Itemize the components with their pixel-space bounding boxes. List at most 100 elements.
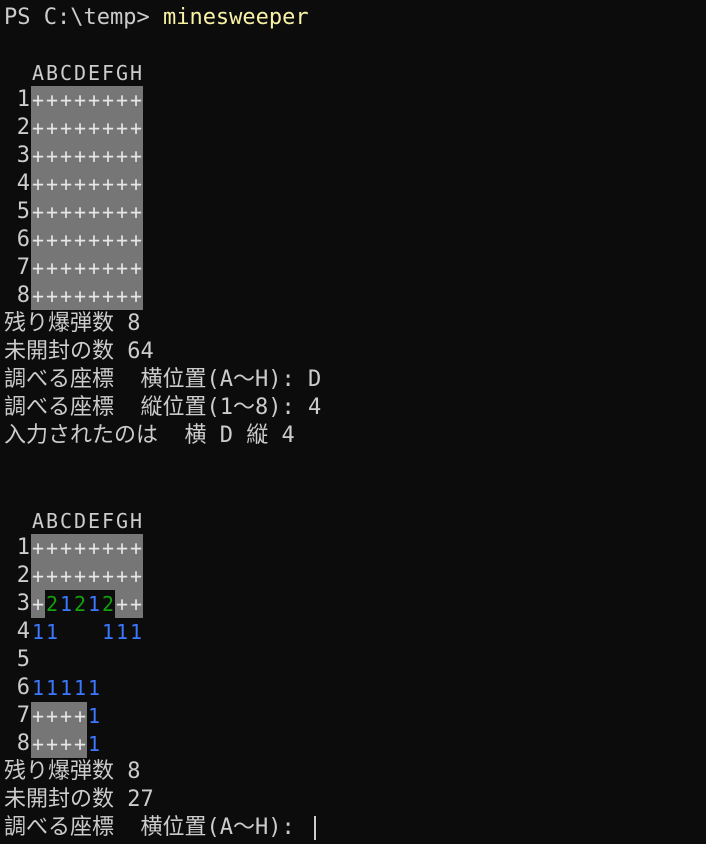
hidden-cell: + (115, 142, 129, 170)
hidden-cell: + (115, 198, 129, 226)
number-cell: 1 (59, 592, 73, 616)
hidden-cell: + (115, 114, 129, 142)
hidden-cell: + (101, 198, 115, 226)
board-row: 8 + + + + + + + + (4, 282, 164, 310)
hidden-cell: + (73, 702, 87, 730)
hidden-cell: + (87, 226, 101, 254)
hidden-cell: + (87, 170, 101, 198)
hidden-cell: + (129, 170, 143, 198)
hidden-cell: + (115, 534, 129, 562)
number-cell: 2 (73, 592, 87, 616)
hidden-cell: + (59, 170, 73, 198)
number-cell: 1 (45, 676, 59, 700)
hidden-cell: + (115, 590, 129, 618)
remaining-mines-1: 残り爆弾数 8 (4, 311, 141, 336)
empty-cell (101, 646, 115, 674)
hidden-cell: + (45, 254, 59, 282)
empty-cell (129, 674, 143, 702)
empty-cell (129, 730, 143, 758)
text-cursor (313, 816, 316, 840)
hidden-cell: + (59, 730, 73, 758)
column-label-d: D (73, 509, 87, 533)
hidden-cell: + (87, 282, 101, 310)
terminal-window[interactable]: PS C:\temp> minesweeper ABCDEFGH 1 + + + + + +… (0, 0, 706, 844)
remaining-mines-2: 残り爆弾数 8 (4, 759, 141, 784)
hidden-cell: + (31, 226, 45, 254)
empty-cell (115, 646, 129, 674)
empty-cell (31, 646, 45, 674)
hidden-cell: + (129, 226, 143, 254)
number-cell: 1 (87, 732, 101, 756)
hidden-cell: + (45, 170, 59, 198)
hidden-cell: + (73, 198, 87, 226)
ask-column-1: 調べる座標 横位置(A〜H): D (4, 367, 322, 392)
hidden-cell: + (87, 534, 101, 562)
hidden-cell: + (129, 86, 143, 114)
hidden-cell: + (115, 226, 129, 254)
hidden-cell: + (73, 730, 87, 758)
hidden-cell: + (73, 562, 87, 590)
hidden-cell: + (129, 198, 143, 226)
board-row: 5 + + + + + + + + (4, 198, 164, 226)
hidden-cell: + (31, 86, 45, 114)
hidden-cell: + (101, 114, 115, 142)
row-number: 8 (16, 731, 30, 756)
hidden-cell: + (129, 534, 143, 562)
column-label-a: A (31, 509, 45, 533)
number-cell: 1 (31, 620, 45, 644)
empty-cell (129, 702, 143, 730)
empty-cell (45, 646, 59, 674)
column-label-c: C (59, 509, 73, 533)
board-row: 7 + + + +1 (4, 702, 164, 730)
hidden-cell: + (59, 142, 73, 170)
empty-cell (87, 646, 101, 674)
hidden-cell: + (129, 142, 143, 170)
ask-column-2: 調べる座標 横位置(A〜H): (4, 815, 308, 840)
number-cell: 1 (101, 620, 115, 644)
hidden-cell: + (101, 282, 115, 310)
empty-cell (59, 618, 73, 646)
number-cell: 1 (87, 592, 101, 616)
empty-cell (101, 702, 115, 730)
column-label-e: E (87, 61, 101, 85)
row-number: 5 (16, 199, 30, 224)
board-row: 8 + + + +1 (4, 730, 164, 758)
hidden-cell: + (101, 170, 115, 198)
row-number: 3 (16, 143, 30, 168)
hidden-cell: + (45, 702, 59, 730)
hidden-cell: + (87, 562, 101, 590)
input-prompt-line[interactable]: 調べる座標 横位置(A〜H): (4, 814, 316, 842)
hidden-cell: + (59, 534, 73, 562)
number-cell: 2 (45, 592, 59, 616)
hidden-cell: + (31, 702, 45, 730)
row-number: 5 (16, 647, 30, 672)
hidden-cell: + (115, 282, 129, 310)
ask-row-1: 調べる座標 縦位置(1〜8): 4 (4, 395, 322, 420)
board-row: 3 +2 1 2 1 2 + + (4, 590, 164, 618)
hidden-cell: + (59, 114, 73, 142)
empty-cell (59, 646, 73, 674)
hidden-cell: + (31, 534, 45, 562)
number-cell: 1 (45, 620, 59, 644)
number-cell: 1 (87, 704, 101, 728)
hidden-cell: + (87, 114, 101, 142)
hidden-cell: + (31, 254, 45, 282)
row-number: 7 (16, 255, 30, 280)
hidden-cell: + (31, 562, 45, 590)
hidden-cell: + (73, 114, 87, 142)
board-row: 2 + + + + + + + + (4, 562, 164, 590)
column-label-h: H (129, 61, 143, 85)
hidden-cell: + (73, 86, 87, 114)
prompt-line: PS C:\temp> minesweeper (4, 4, 309, 32)
hidden-cell: + (45, 226, 59, 254)
row-number: 3 (16, 591, 30, 616)
board-row: 1 + + + + + + + + (4, 534, 164, 562)
column-label-d: D (73, 61, 87, 85)
empty-cell (129, 646, 143, 674)
hidden-cell: + (87, 198, 101, 226)
hidden-cell: + (73, 254, 87, 282)
empty-cell (87, 618, 101, 646)
board-row: 6 + + + + + + + + (4, 226, 164, 254)
hidden-cell: + (129, 282, 143, 310)
hidden-cell: + (31, 282, 45, 310)
